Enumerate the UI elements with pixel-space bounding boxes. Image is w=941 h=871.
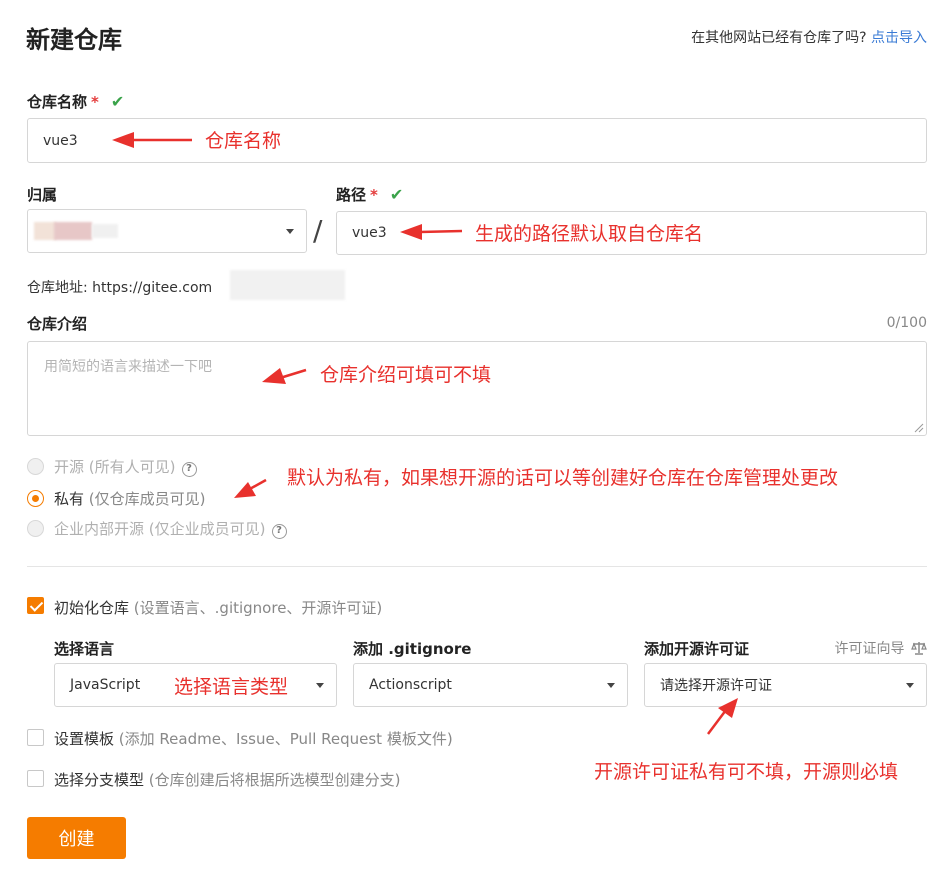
annotation-arrows — [112, 132, 738, 735]
arrow-license — [707, 698, 738, 735]
arrow-intro — [262, 368, 307, 384]
arrow-repo-name — [112, 132, 192, 148]
arrow-visibility — [234, 478, 267, 498]
arrow-path — [400, 224, 463, 240]
